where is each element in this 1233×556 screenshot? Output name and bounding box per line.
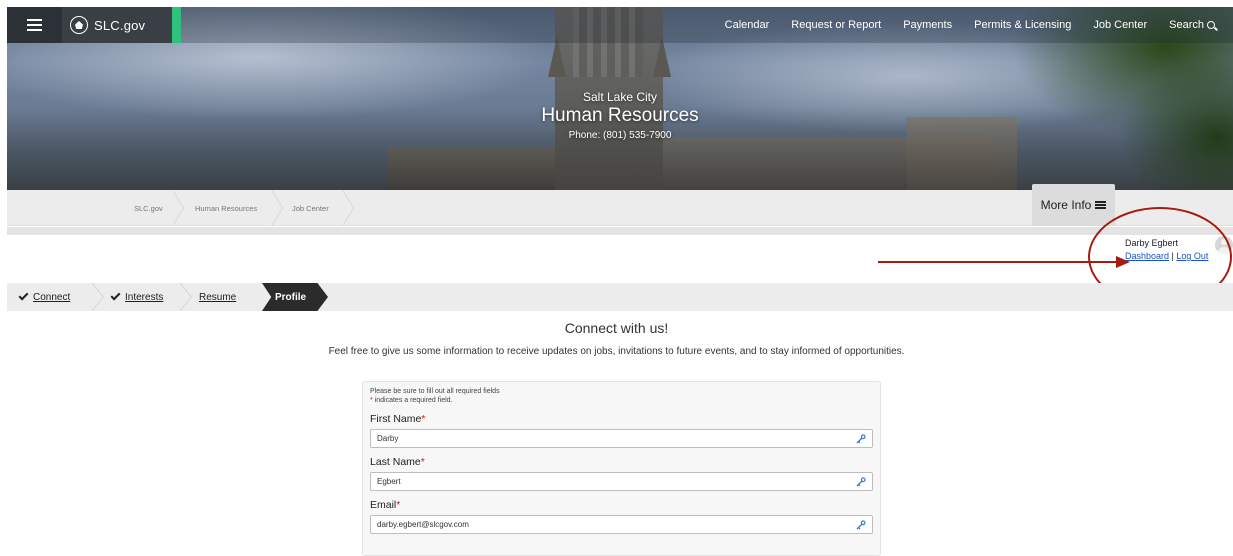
connect-heading: Connect with us! [564, 320, 669, 336]
nav-permits-licensing[interactable]: Permits & Licensing [974, 19, 1071, 31]
step-resume-label[interactable]: Resume [199, 292, 236, 303]
hero-banner: SLC.gov Calendar Request or Report Payme… [7, 7, 1233, 190]
accent-bar [172, 7, 181, 43]
more-info-label: More Info [1040, 198, 1092, 212]
breadcrumb-item-slcgov[interactable]: SLC.gov [134, 190, 163, 226]
nav-calendar[interactable]: Calendar [725, 19, 770, 31]
step-resume[interactable]: Resume [199, 283, 236, 311]
first-name-value: Darby [377, 434, 399, 443]
site-logo[interactable]: SLC.gov [62, 7, 172, 43]
breadcrumb-item-human-resources[interactable]: Human Resources [195, 190, 257, 226]
search-icon [1207, 21, 1215, 29]
step-connect[interactable]: Connect [18, 283, 70, 311]
step-connect-label[interactable]: Connect [33, 292, 70, 303]
nav-job-center[interactable]: Job Center [1093, 19, 1147, 31]
autofill-key-icon [856, 434, 866, 444]
step-separator [179, 283, 194, 311]
hero-phone: Phone: (801) 535-7900 [568, 130, 672, 141]
nav-search[interactable]: Search [1169, 19, 1215, 31]
last-name-value: Egbert [377, 477, 401, 486]
connect-description: Feel free to give us some information to… [328, 346, 905, 357]
step-profile-active[interactable]: Profile [262, 283, 328, 311]
first-name-label-text: First Name [370, 413, 422, 425]
required-mark: * [396, 499, 401, 511]
hero-title: Human Resources [541, 105, 699, 126]
search-label: Search [1169, 19, 1204, 31]
list-icon [1095, 201, 1107, 209]
first-name-field[interactable]: Darby [370, 429, 873, 448]
annotation-arrow-line [878, 261, 1118, 263]
step-separator [91, 283, 106, 311]
hero-spire-left [548, 37, 566, 77]
email-label-text: Email [370, 499, 397, 511]
email-field[interactable]: darby.egbert@slcgov.com [370, 515, 873, 534]
profile-form: Please be sure to fill out all required … [362, 381, 881, 556]
form-required-legend: * indicates a required field. [370, 396, 873, 405]
step-profile-label: Profile [275, 291, 307, 303]
required-legend-text: indicates a required field. [374, 397, 453, 404]
email-label: Email* [370, 499, 873, 511]
last-name-field[interactable]: Egbert [370, 472, 873, 491]
menu-button[interactable] [7, 7, 62, 43]
autofill-key-icon [856, 520, 866, 530]
progress-steps: Connect Interests Resume Profile [7, 283, 1233, 311]
last-name-label-text: Last Name [370, 456, 421, 468]
top-navbar: SLC.gov Calendar Request or Report Payme… [7, 7, 1233, 43]
main-nav: Calendar Request or Report Payments Perm… [703, 7, 1215, 43]
nav-payments[interactable]: Payments [903, 19, 952, 31]
brand-text: SLC.gov [94, 17, 146, 33]
breadcrumb-separator [271, 190, 284, 226]
breadcrumb-separator [342, 190, 355, 226]
more-info-button[interactable]: More Info [1032, 184, 1115, 226]
hero-building-left [387, 147, 557, 190]
hero-spire-right [653, 37, 671, 77]
nav-request-or-report[interactable]: Request or Report [791, 19, 881, 31]
required-mark: * [420, 456, 425, 468]
divider-strip [7, 227, 1233, 235]
hero-subtitle: Salt Lake City [582, 90, 658, 104]
required-mark: * [370, 397, 373, 404]
step-interests[interactable]: Interests [110, 283, 163, 311]
breadcrumb-item-job-center[interactable]: Job Center [292, 190, 329, 226]
required-mark: * [421, 413, 426, 425]
hero-heading: Salt Lake City Human Resources Phone: (8… [7, 90, 1233, 141]
step-interests-label[interactable]: Interests [125, 292, 163, 303]
breadcrumb-separator [172, 190, 185, 226]
check-icon [110, 290, 121, 301]
city-seal-icon [70, 16, 88, 34]
email-value: darby.egbert@slcgov.com [377, 520, 469, 529]
last-name-label: Last Name* [370, 456, 873, 468]
check-icon [18, 290, 29, 301]
form-required-note: Please be sure to fill out all required … [370, 388, 500, 395]
hamburger-icon [27, 19, 42, 31]
first-name-label: First Name* [370, 413, 873, 425]
autofill-key-icon [856, 477, 866, 487]
